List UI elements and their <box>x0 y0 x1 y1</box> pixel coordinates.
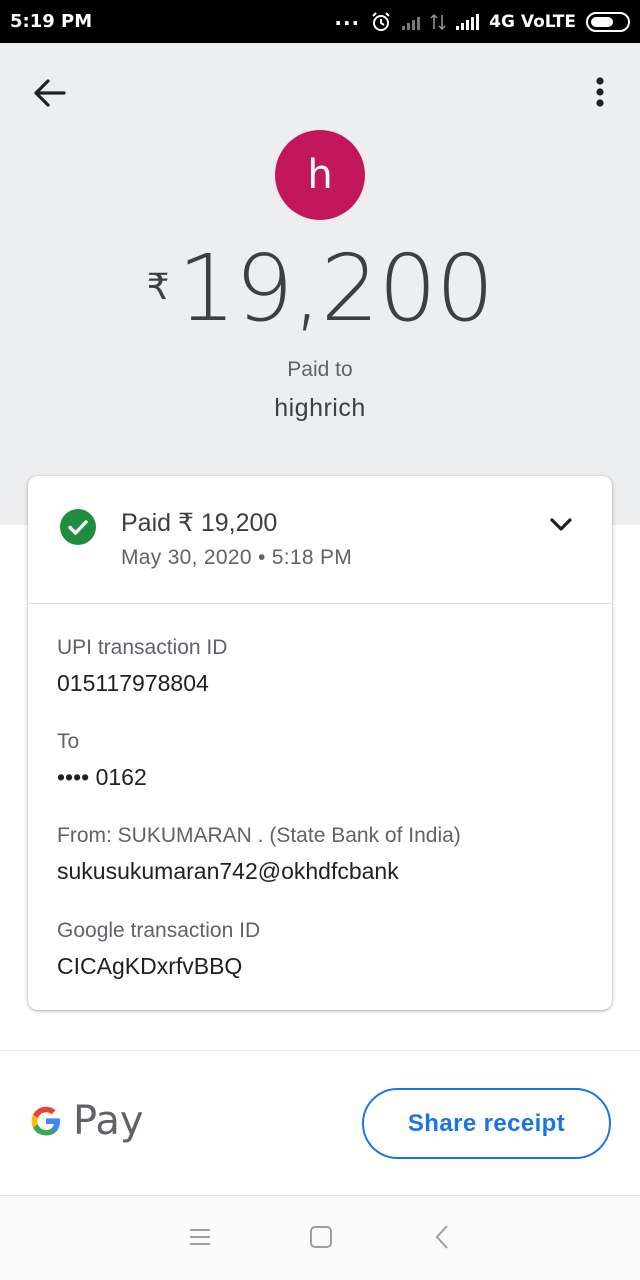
footer-divider <box>0 1050 640 1051</box>
upi-id-value: 015117978804 <box>57 670 209 696</box>
nav-menu-button[interactable] <box>187 1224 213 1250</box>
gpay-logo: Pay <box>27 1098 144 1144</box>
nav-back-button[interactable] <box>430 1224 456 1250</box>
data-arrows-icon <box>430 13 446 30</box>
network-type: 4G VoLTE <box>489 11 576 32</box>
status-time: 5:19 PM <box>10 11 93 32</box>
upi-id-label: UPI transaction ID <box>57 636 228 659</box>
transaction-summary[interactable]: Paid ₹ 19,200 May 30, 2020 • 5:18 PM <box>28 476 612 604</box>
check-circle-icon <box>60 509 96 545</box>
payee-name: highrich <box>274 394 366 422</box>
system-nav-bar <box>0 1195 640 1280</box>
from-value: sukusukumaran742@okhdfcbank <box>57 858 399 884</box>
amount-value: 19,200 <box>177 235 494 342</box>
google-g-icon <box>31 1106 60 1136</box>
menu-icon <box>190 1229 210 1245</box>
status-bar: 5:19 PM ... 4G VoLTE <box>0 0 640 43</box>
alarm-icon <box>372 11 390 31</box>
currency-symbol: ₹ <box>146 267 170 308</box>
google-id-label: Google transaction ID <box>57 919 261 942</box>
status-text: Paid ₹ 19,200 <box>121 509 278 537</box>
battery-icon <box>586 11 630 32</box>
status-icons: ... 4G VoLTE <box>334 6 630 33</box>
avatar-letter: h <box>307 152 333 198</box>
transaction-datetime: May 30, 2020 • 5:18 PM <box>121 546 353 569</box>
more-dots-icon: ... <box>334 5 361 30</box>
back-button[interactable] <box>30 75 70 111</box>
to-label: To <box>57 730 80 753</box>
chevron-down-icon <box>550 518 572 531</box>
expand-button[interactable] <box>546 512 576 538</box>
payment-header: h ₹ 19,200 Paid to highrich <box>0 43 640 525</box>
home-square-icon <box>310 1226 332 1248</box>
avatar: h <box>275 130 365 220</box>
signal-icon <box>402 14 421 30</box>
back-chevron-icon <box>435 1225 448 1249</box>
from-label: From: SUKUMARAN . (State Bank of India) <box>57 824 461 847</box>
share-receipt-button[interactable]: Share receipt <box>362 1088 611 1159</box>
gpay-text: Pay <box>73 1098 144 1144</box>
to-value: •••• 0162 <box>57 764 147 790</box>
google-id-value: CICAgKDxrfvBBQ <box>57 953 243 979</box>
nav-home-button[interactable] <box>308 1224 334 1250</box>
more-vert-icon <box>596 77 604 107</box>
paid-to-label: Paid to <box>287 358 353 381</box>
payment-amount: ₹ 19,200 <box>0 235 640 342</box>
overflow-menu-button[interactable] <box>586 72 614 112</box>
signal-icon <box>456 13 480 30</box>
transaction-card: Paid ₹ 19,200 May 30, 2020 • 5:18 PM UPI… <box>28 476 612 1010</box>
arrow-back-icon <box>34 79 66 107</box>
